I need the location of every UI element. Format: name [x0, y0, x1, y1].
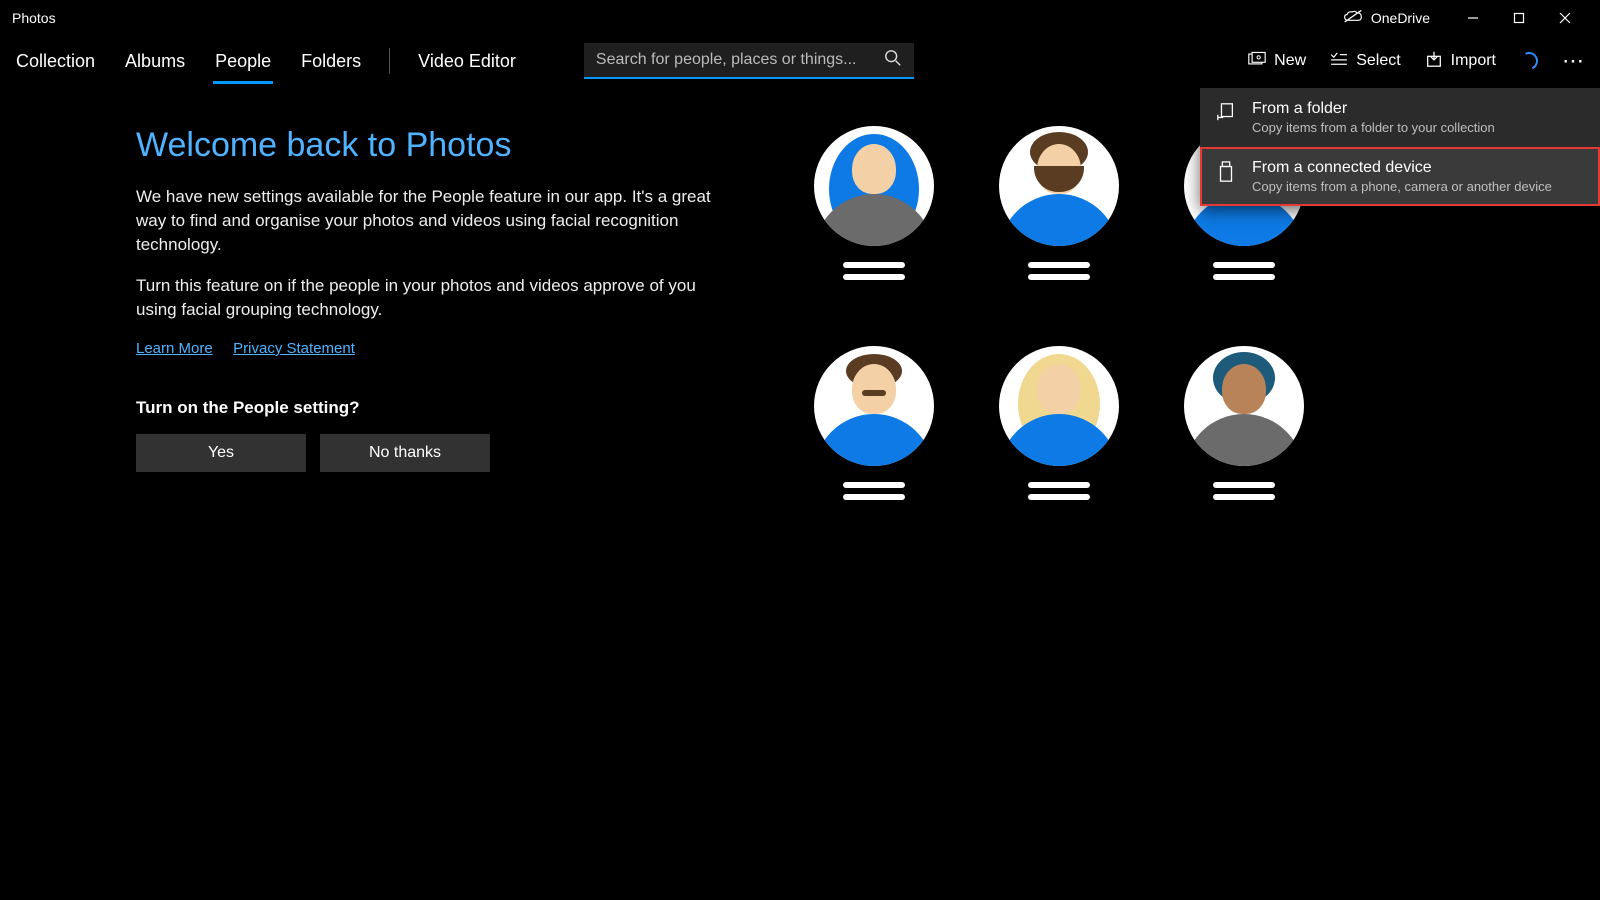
avatar-name-placeholder: [1028, 262, 1090, 286]
avatar-name-placeholder: [843, 482, 905, 506]
usb-device-icon: [1216, 161, 1236, 188]
import-dropdown: From a folder Copy items from a folder t…: [1200, 88, 1600, 206]
minimize-button[interactable]: [1450, 2, 1496, 34]
avatar: [999, 346, 1119, 466]
privacy-link[interactable]: Privacy Statement: [233, 340, 355, 357]
tab-folders[interactable]: Folders: [299, 36, 363, 86]
onedrive-status[interactable]: OneDrive: [1343, 10, 1430, 27]
menu-item-desc: Copy items from a phone, camera or anoth…: [1252, 179, 1552, 194]
loading-spinner-icon: [1517, 49, 1540, 72]
avatar-name-placeholder: [1213, 482, 1275, 506]
welcome-title: Welcome back to Photos: [136, 126, 716, 165]
learn-more-link[interactable]: Learn More: [136, 340, 213, 357]
tab-collection[interactable]: Collection: [14, 36, 97, 86]
avatar: [814, 346, 934, 466]
onedrive-label: OneDrive: [1371, 10, 1430, 26]
import-label: Import: [1451, 52, 1496, 70]
import-from-device[interactable]: From a connected device Copy items from …: [1200, 147, 1600, 206]
people-setting-prompt: Turn on the People setting?: [136, 398, 716, 418]
import-from-folder[interactable]: From a folder Copy items from a folder t…: [1200, 88, 1600, 147]
avatar-name-placeholder: [843, 262, 905, 286]
nav-separator: [389, 48, 390, 74]
folder-add-icon: [1216, 102, 1236, 127]
search-box[interactable]: [584, 43, 914, 79]
welcome-paragraph-2: Turn this feature on if the people in yo…: [136, 274, 716, 322]
welcome-paragraph-1: We have new settings available for the P…: [136, 185, 716, 256]
avatar: [999, 126, 1119, 246]
menu-item-title: From a folder: [1252, 100, 1495, 118]
cloud-off-icon: [1343, 10, 1363, 27]
avatar: [814, 126, 934, 246]
new-label: New: [1274, 52, 1306, 70]
new-icon: [1248, 51, 1266, 72]
more-button[interactable]: ⋯: [1562, 48, 1586, 74]
new-button[interactable]: New: [1248, 51, 1306, 72]
select-label: Select: [1356, 52, 1400, 70]
tab-albums[interactable]: Albums: [123, 36, 187, 86]
import-button[interactable]: Import: [1425, 50, 1496, 73]
select-icon: [1330, 52, 1348, 71]
no-thanks-button[interactable]: No thanks: [320, 434, 490, 472]
tab-people[interactable]: People: [213, 36, 273, 86]
import-icon: [1425, 50, 1443, 73]
tab-video-editor[interactable]: Video Editor: [416, 36, 518, 86]
menu-item-desc: Copy items from a folder to your collect…: [1252, 120, 1495, 135]
search-icon[interactable]: [884, 49, 902, 72]
avatar: [1184, 346, 1304, 466]
app-title: Photos: [12, 10, 56, 26]
avatar-name-placeholder: [1028, 482, 1090, 506]
close-button[interactable]: [1542, 2, 1588, 34]
yes-button[interactable]: Yes: [136, 434, 306, 472]
avatar-name-placeholder: [1213, 262, 1275, 286]
select-button[interactable]: Select: [1330, 52, 1400, 71]
maximize-button[interactable]: [1496, 2, 1542, 34]
search-input[interactable]: [596, 51, 884, 69]
menu-item-title: From a connected device: [1252, 159, 1552, 177]
